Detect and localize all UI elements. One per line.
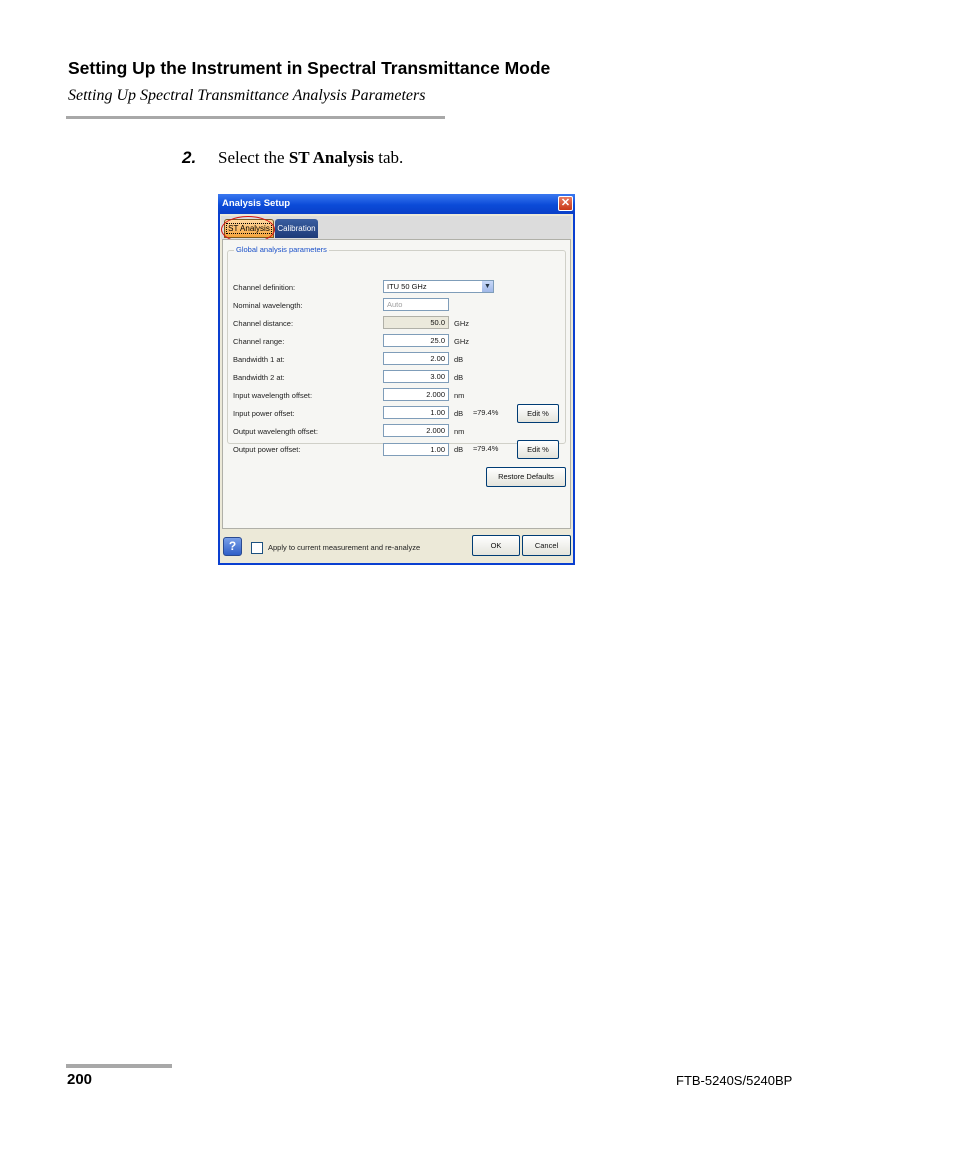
output-edit-percent-button[interactable]: Edit % <box>517 440 559 459</box>
help-icon[interactable]: ? <box>223 537 242 556</box>
bandwidth1-label: Bandwidth 1 at: <box>233 355 285 364</box>
tab-strip: ST Analysis Calibration <box>221 216 571 243</box>
apply-checkbox-label: Apply to current measurement and re-anal… <box>268 543 421 552</box>
section-subtitle: Setting Up Spectral Transmittance Analys… <box>68 87 426 104</box>
input-wavelength-offset-unit: nm <box>454 391 465 400</box>
channel-range-unit: GHz <box>454 337 469 346</box>
dialog-body: ST Analysis Calibration Global analysis … <box>220 214 573 563</box>
chevron-down-icon[interactable]: ▼ <box>482 281 493 292</box>
product-name: FTB-5240S/5240BP <box>676 1073 793 1088</box>
step-emphasis: ST Analysis <box>288 148 375 167</box>
channel-distance-field: 50.0 <box>383 316 449 329</box>
cancel-button[interactable]: Cancel <box>522 535 571 556</box>
input-power-offset-field[interactable]: 1.00 <box>383 406 449 419</box>
channel-distance-label: Channel distance: <box>233 319 294 328</box>
channel-definition-value: ITU 50 GHz <box>387 282 427 291</box>
channel-range-field[interactable]: 25.0 <box>383 334 449 347</box>
analysis-setup-dialog: Analysis Setup ✕ ST Analysis Calibration… <box>218 194 575 565</box>
output-power-offset-unit: dB <box>454 445 464 454</box>
input-power-offset-percent: ≈79.4% <box>473 408 499 417</box>
section-title: Setting Up the Instrument in Spectral Tr… <box>68 58 551 78</box>
page-number: 200 <box>67 1071 93 1088</box>
restore-defaults-button[interactable]: Restore Defaults <box>486 467 566 487</box>
apply-checkbox[interactable] <box>251 542 263 554</box>
ok-button[interactable]: OK <box>472 535 520 556</box>
nominal-wavelength-label: Nominal wavelength: <box>233 301 303 310</box>
output-wavelength-offset-field[interactable]: 2.000 <box>383 424 449 437</box>
bandwidth1-field[interactable]: 2.00 <box>383 352 449 365</box>
group-label: Global analysis parameters <box>234 245 329 254</box>
output-power-offset-label: Output power offset: <box>233 445 301 454</box>
input-power-offset-label: Input power offset: <box>233 409 295 418</box>
st-analysis-panel: Global analysis parameters Channel defin… <box>222 239 571 529</box>
output-wavelength-offset-unit: nm <box>454 427 465 436</box>
footer-rule <box>66 1064 172 1068</box>
step-text-after: tab. <box>374 148 404 167</box>
input-power-offset-unit: dB <box>454 409 464 418</box>
dialog-footer: ? Apply to current measurement and re-an… <box>220 532 573 562</box>
step-text-before: Select the <box>218 148 289 167</box>
close-button[interactable]: ✕ <box>558 196 573 211</box>
channel-definition-select[interactable]: ITU 50 GHz ▼ <box>383 280 494 293</box>
output-power-offset-field[interactable]: 1.00 <box>383 443 449 456</box>
bandwidth1-unit: dB <box>454 355 464 364</box>
dialog-titlebar[interactable]: Analysis Setup ✕ <box>218 194 575 214</box>
bandwidth2-field[interactable]: 3.00 <box>383 370 449 383</box>
bandwidth2-unit: dB <box>454 373 464 382</box>
input-wavelength-offset-field[interactable]: 2.000 <box>383 388 449 401</box>
tab-calibration[interactable]: Calibration <box>275 219 318 238</box>
step-instruction: 2. Select the ST Analysis tab. <box>182 148 403 168</box>
header-rule <box>66 116 445 119</box>
channel-range-label: Channel range: <box>233 337 285 346</box>
bandwidth2-label: Bandwidth 2 at: <box>233 373 285 382</box>
output-power-offset-percent: ≈79.4% <box>473 444 499 453</box>
input-edit-percent-button[interactable]: Edit % <box>517 404 559 423</box>
input-wavelength-offset-label: Input wavelength offset: <box>233 391 313 400</box>
channel-distance-unit: GHz <box>454 319 469 328</box>
channel-definition-label: Channel definition: <box>233 283 296 292</box>
step-number: 2. <box>182 148 197 167</box>
nominal-wavelength-field: Auto <box>383 298 449 311</box>
output-wavelength-offset-label: Output wavelength offset: <box>233 427 318 436</box>
dialog-title: Analysis Setup <box>222 198 291 209</box>
